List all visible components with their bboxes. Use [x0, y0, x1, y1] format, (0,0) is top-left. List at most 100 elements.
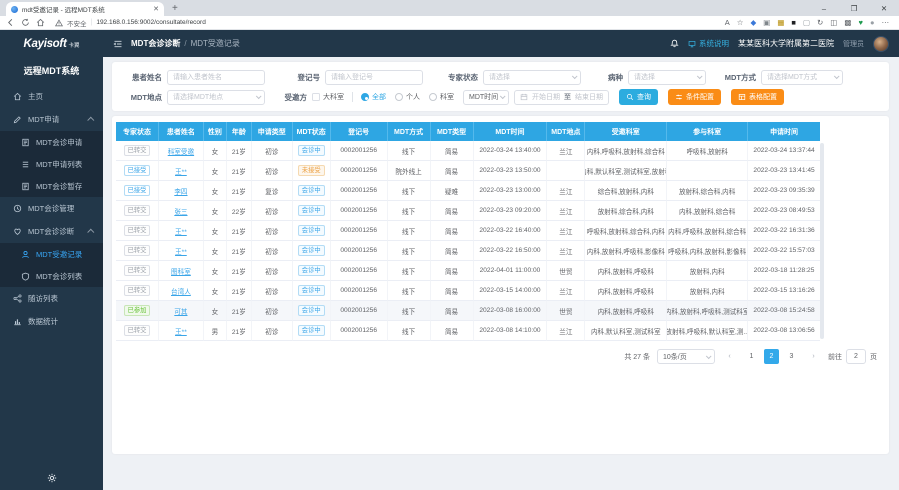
- extension-4-icon[interactable]: ■: [791, 19, 796, 27]
- cell-mdt_time: 2022-03-23 13:00:00: [474, 181, 548, 201]
- patient-name-link[interactable]: 台湾人: [171, 286, 191, 296]
- url-text[interactable]: 192.168.0.156:9002/consultate/record: [96, 19, 206, 26]
- refresh-icon[interactable]: [21, 18, 30, 27]
- scope-radio-2[interactable]: 科室: [429, 92, 454, 102]
- table-row[interactable]: 已转交王**女21岁初诊会诊中0002001256线下简易2022-03-22 …: [116, 241, 820, 261]
- field-select-4[interactable]: 请选择MDT方式: [761, 70, 843, 85]
- table-row[interactable]: 已接受李四女21岁复诊会诊中0002001256线下疑难2022-03-23 1…: [116, 181, 820, 201]
- split-screen-icon[interactable]: ◫: [830, 19, 837, 27]
- page-button-1[interactable]: 1: [744, 349, 759, 364]
- read-aloud-icon[interactable]: A: [725, 19, 730, 27]
- address-bar[interactable]: 不安全 | 192.168.0.156:9002/consultate/reco…: [51, 18, 719, 28]
- extensions-puzzle-icon[interactable]: ▩: [844, 19, 851, 27]
- scope-radio-0[interactable]: 全部: [361, 92, 386, 102]
- sidebar-item-6[interactable]: MDT会诊诊断: [0, 220, 103, 243]
- expert-status-badge: 已转交: [124, 265, 151, 277]
- patient-name-link[interactable]: 可其: [174, 306, 187, 316]
- logo[interactable]: Kayisoft 卡翼: [0, 38, 103, 50]
- security-label[interactable]: 不安全: [67, 18, 87, 28]
- history-icon[interactable]: ↻: [817, 19, 823, 27]
- page-size-select[interactable]: 10条/页: [657, 349, 715, 364]
- patient-name-link[interactable]: 张三: [174, 206, 187, 216]
- patient-name-link[interactable]: 王**: [175, 166, 187, 176]
- table-config-button[interactable]: 表格配置: [731, 89, 784, 105]
- more-menu-icon[interactable]: ⋯: [882, 19, 890, 27]
- field-input-1[interactable]: [325, 70, 423, 85]
- table-row[interactable]: 已接受王**女21岁初诊未接受0002001256院外线上简易2022-03-2…: [116, 161, 820, 181]
- sidebar-item-3[interactable]: MDT申请列表: [0, 153, 103, 175]
- user-role[interactable]: 管理员: [843, 39, 864, 49]
- sidebar-item-1[interactable]: MDT申请: [0, 108, 103, 131]
- cell-mdt_status: 会诊中: [293, 141, 331, 161]
- back-icon[interactable]: [6, 18, 15, 27]
- patient-name-link[interactable]: 王**: [175, 226, 187, 236]
- goto-page-input[interactable]: [846, 349, 866, 364]
- cell-joined_depts: [667, 161, 748, 181]
- next-page-button[interactable]: ›: [806, 349, 821, 364]
- user-avatar[interactable]: [873, 36, 889, 52]
- column-header-2: 性别: [204, 122, 227, 141]
- system-help-link[interactable]: 系统说明: [688, 38, 729, 49]
- patient-name-link[interactable]: 王**: [175, 246, 187, 256]
- sidebar-item-2[interactable]: MDT会诊申请: [0, 131, 103, 153]
- records-table: 专家状态患者姓名性别年龄申请类型MDT状态登记号MDT方式MDT类型MDT时间M…: [116, 122, 820, 341]
- cell-apply_time: 2022-03-18 11:28:25: [748, 261, 820, 281]
- mdt-location-select[interactable]: 请选择MDT地点: [167, 90, 265, 105]
- patient-name-link[interactable]: 王**: [175, 326, 187, 336]
- table-row[interactable]: 已参加可其女21岁初诊会诊中0002001256线下简易2022-03-08 1…: [116, 301, 820, 321]
- extension-1-icon[interactable]: ◆: [750, 19, 756, 27]
- sidebar-collapse-icon[interactable]: [113, 39, 123, 49]
- scope-radio-1[interactable]: 个人: [395, 92, 420, 102]
- page-button-2[interactable]: 2: [764, 349, 779, 364]
- maximize-button[interactable]: ❐: [839, 0, 869, 16]
- field-input-0[interactable]: [167, 70, 265, 85]
- dept-checkbox-label[interactable]: 大科室: [323, 92, 344, 102]
- cell-reg_no: 0002001256: [331, 141, 388, 161]
- notification-bell-icon[interactable]: [670, 39, 679, 48]
- sidebar-item-9[interactable]: 随访列表: [0, 287, 103, 310]
- table-row[interactable]: 已转交王**女21岁初诊会诊中0002001256线下简易2022-03-22 …: [116, 221, 820, 241]
- table-row[interactable]: 已转交王**男21岁初诊会诊中0002001256线下简易2022-03-08 …: [116, 321, 820, 341]
- minimize-button[interactable]: –: [809, 0, 839, 16]
- sidebar-item-8[interactable]: MDT会诊列表: [0, 265, 103, 287]
- table-scrollbar[interactable]: [820, 143, 824, 339]
- cell-mdt_status: 会诊中: [293, 321, 331, 341]
- prev-page-button[interactable]: ‹: [722, 349, 737, 364]
- sidebar-item-0[interactable]: 主页: [0, 85, 103, 108]
- sidebar-item-4[interactable]: MDT会诊暂存: [0, 175, 103, 197]
- cell-mdt_location: 兰江: [547, 201, 585, 221]
- extension-5-icon[interactable]: ▢: [803, 19, 810, 27]
- patient-name-link[interactable]: 李四: [174, 186, 187, 196]
- home-icon[interactable]: [36, 18, 45, 27]
- table-row[interactable]: 已转交图科室女21岁初诊会诊中0002001256线下简易2022-04-01 …: [116, 261, 820, 281]
- breadcrumb-parent[interactable]: MDT会诊诊断: [131, 38, 180, 49]
- close-button[interactable]: ✕: [869, 0, 899, 16]
- tab-close-icon[interactable]: ✕: [153, 6, 159, 13]
- mdt-time-select[interactable]: MDT时间: [463, 90, 509, 105]
- settings-gear-icon[interactable]: [0, 473, 103, 483]
- profile-icon[interactable]: ●: [870, 19, 875, 27]
- table-row[interactable]: 已转交科室受邀女21岁初诊会诊中0002001256线下简易2022-03-24…: [116, 141, 820, 161]
- sidebar-item-10[interactable]: 数据统计: [0, 310, 103, 333]
- condition-config-button[interactable]: 条件配置: [668, 89, 721, 105]
- new-tab-button[interactable]: +: [172, 2, 178, 16]
- table-row[interactable]: 已转交张三女22岁初诊会诊中0002001256线下简易2022-03-23 0…: [116, 201, 820, 221]
- extension-3-icon[interactable]: ▦: [777, 19, 784, 27]
- cell-mdt_type: 简易: [431, 161, 474, 181]
- page-button-3[interactable]: 3: [784, 349, 799, 364]
- table-row[interactable]: 已转交台湾人女21岁初诊会诊中0002001256线下简易2022-03-15 …: [116, 281, 820, 301]
- favorites-icon[interactable]: ☆: [737, 19, 744, 27]
- extension-2-icon[interactable]: ▣: [763, 19, 770, 27]
- patient-name-link[interactable]: 科室受邀: [168, 146, 194, 156]
- field-select-3[interactable]: 请选择: [628, 70, 706, 85]
- date-range-picker[interactable]: 开始日期 至 结束日期: [514, 90, 609, 105]
- browser-tab[interactable]: mdt受邀记录 - 远程MDT系统 ✕: [6, 2, 164, 16]
- browser-essentials-icon[interactable]: ♥: [859, 19, 863, 27]
- dept-checkbox[interactable]: [312, 93, 320, 101]
- field-select-2[interactable]: 请选择: [483, 70, 581, 85]
- patient-name-link[interactable]: 图科室: [171, 266, 191, 276]
- sidebar-item-7[interactable]: MDT受邀记录: [0, 243, 103, 265]
- cell-apply_time: 2022-03-23 09:35:39: [748, 181, 820, 201]
- search-button[interactable]: 查询: [619, 89, 658, 105]
- sidebar-item-5[interactable]: MDT会诊管理: [0, 197, 103, 220]
